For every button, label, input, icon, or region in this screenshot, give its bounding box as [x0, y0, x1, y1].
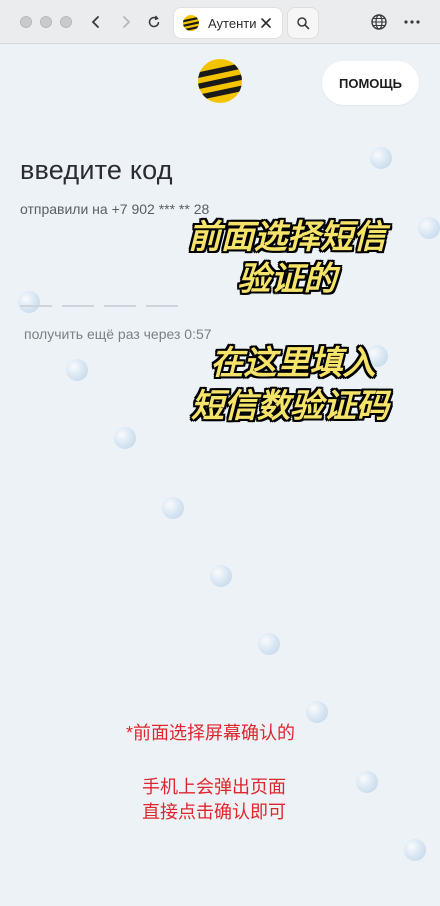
browser-tab[interactable]: Аутентифи: [174, 8, 282, 38]
window-zoom-dot[interactable]: [60, 16, 72, 28]
auth-page: ПОМОЩЬ введите код отправили на +7 902 *…: [0, 45, 440, 906]
search-icon[interactable]: [288, 8, 318, 38]
sms-code-input[interactable]: [20, 305, 178, 307]
instruction-note: *前面选择屏幕确认的: [126, 723, 296, 743]
window-close-dot[interactable]: [20, 16, 32, 28]
overlay-caption-line: 前面选择短信: [188, 217, 386, 256]
tab-title: Аутентифи: [208, 15, 256, 31]
overlay-caption-line: 验证的: [237, 259, 337, 298]
resend-timer: получить ещё раз через 0:57: [24, 326, 212, 342]
instruction-note: 直接点击确认即可: [142, 802, 286, 822]
watermark-bubble: [258, 633, 280, 655]
page-title: введите код: [20, 155, 173, 185]
back-icon[interactable]: [84, 10, 108, 34]
overlay-caption-line: 短信数验证码: [191, 386, 389, 425]
globe-icon[interactable]: [367, 10, 391, 34]
reload-icon[interactable]: [142, 10, 166, 34]
watermark-bubble: [162, 497, 184, 519]
code-digit-slot[interactable]: [104, 305, 136, 307]
instruction-note: 手机上会弹出页面: [142, 777, 286, 797]
sent-to-text: отправили на +7 902 *** ** 28: [20, 201, 210, 217]
watermark-bubble: [306, 701, 328, 723]
beeline-logo-icon: [198, 59, 242, 103]
watermark-bubble: [404, 839, 426, 861]
watermark-bubble: [370, 147, 392, 169]
code-digit-slot[interactable]: [62, 305, 94, 307]
beeline-favicon-icon: [183, 15, 199, 31]
code-digit-slot[interactable]: [20, 305, 52, 307]
watermark-bubble: [418, 217, 440, 239]
watermark-bubble: [18, 291, 40, 313]
browser-toolbar: Аутентифи: [0, 0, 440, 44]
code-digit-slot[interactable]: [146, 305, 178, 307]
watermark-bubble: [114, 427, 136, 449]
overlay-caption-line: 在这里填入: [210, 343, 376, 382]
help-button[interactable]: ПОМОЩЬ: [322, 61, 419, 105]
window-minimize-dot[interactable]: [40, 16, 52, 28]
forward-icon[interactable]: [114, 10, 138, 34]
watermark-bubble: [210, 565, 232, 587]
close-icon[interactable]: [258, 15, 274, 31]
more-icon[interactable]: [400, 10, 424, 34]
watermark-bubble: [356, 771, 378, 793]
watermark-bubble: [66, 359, 88, 381]
